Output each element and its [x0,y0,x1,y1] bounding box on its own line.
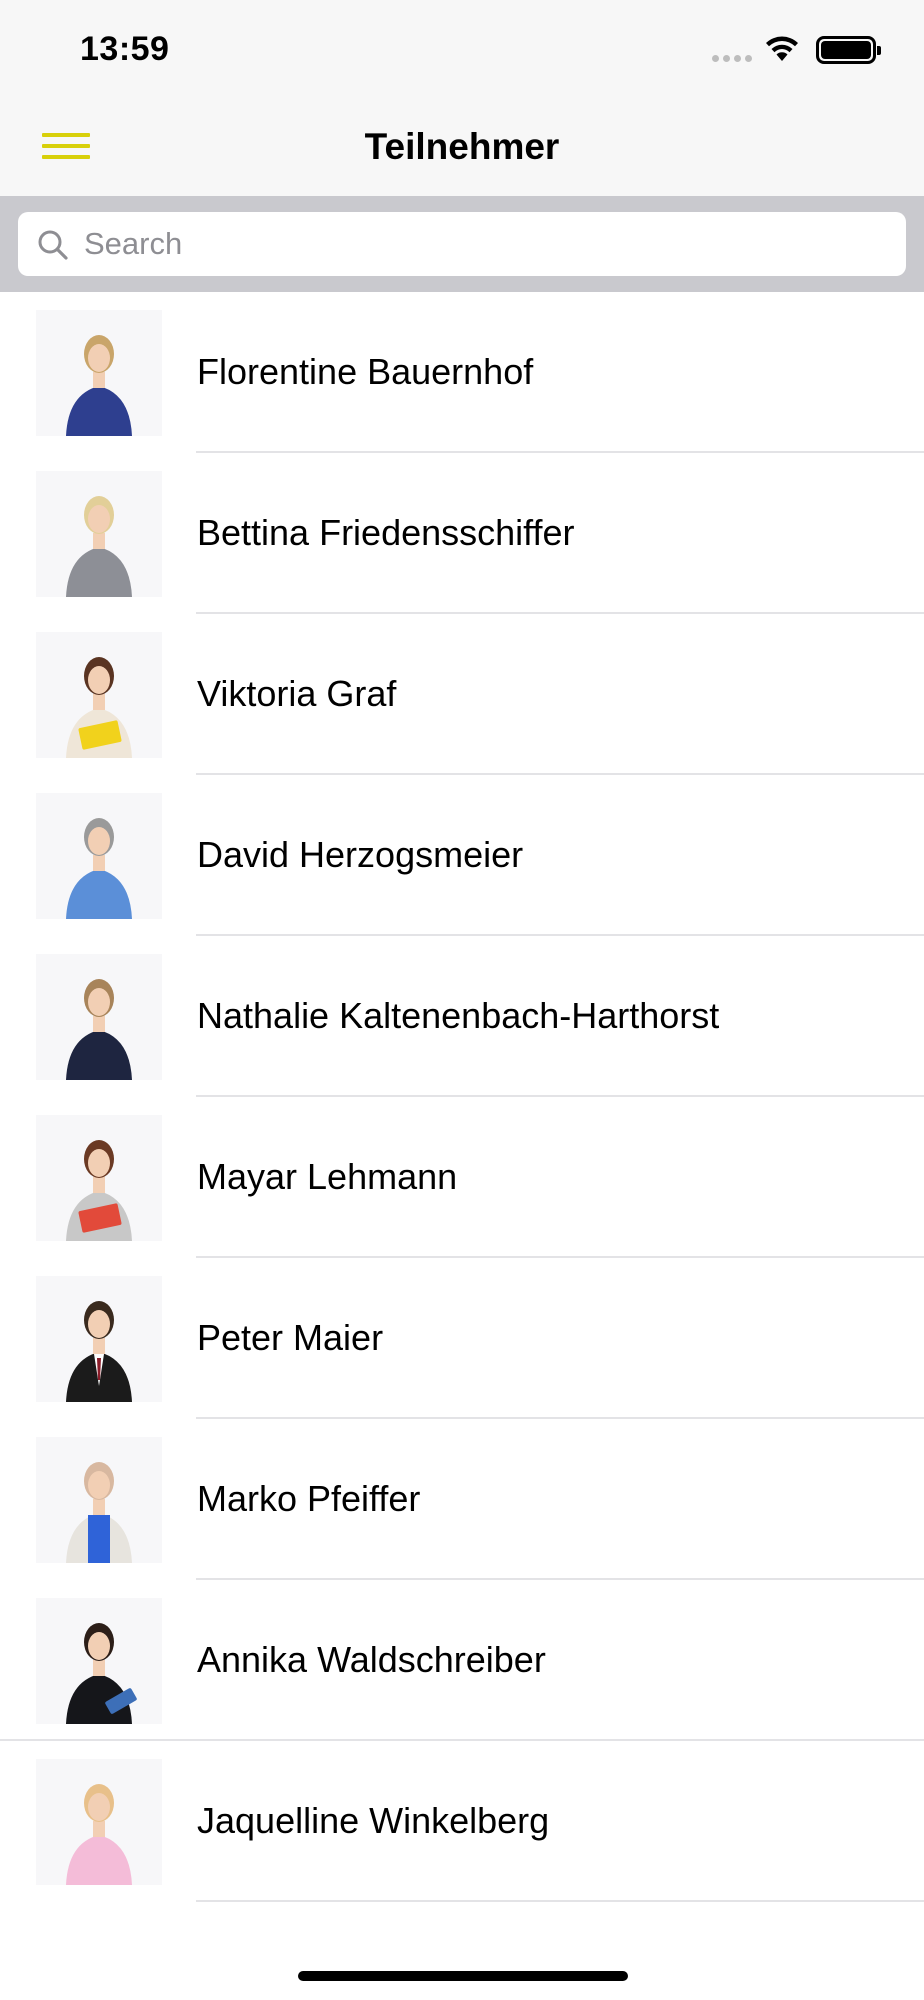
avatar [36,1598,162,1724]
list-item[interactable]: Annika Waldschreiber [0,1580,924,1741]
search-bar [0,196,924,292]
status-time: 13:59 [80,30,170,68]
list-item[interactable]: David Herzogsmeier [0,775,924,936]
list-item[interactable]: Nathalie Kaltenenbach-Harthorst [0,936,924,1097]
list-item[interactable]: Peter Maier [0,1258,924,1419]
cellular-signal-icon [712,55,752,62]
home-indicator [298,1971,628,1981]
navigation-bar: Teilnehmer [0,100,924,196]
list-item[interactable]: Bettina Friedensschiffer [0,453,924,614]
status-bar: 13:59 [0,0,924,100]
list-item[interactable]: Florentine Bauernhof [0,292,924,453]
participant-name: Marko Pfeiffer [197,1478,421,1519]
search-field[interactable] [18,212,906,276]
wifi-icon [764,34,800,67]
avatar [36,471,162,597]
list-item[interactable]: Marko Pfeiffer [0,1419,924,1580]
participant-name: Peter Maier [197,1317,384,1358]
participant-name: Florentine Bauernhof [197,351,534,392]
participant-name: Jaquelline Winkelberg [197,1800,550,1841]
search-icon [38,230,68,260]
search-input[interactable] [84,220,884,268]
avatar [36,1115,162,1241]
avatar [36,793,162,919]
avatar [36,310,162,436]
battery-icon [816,36,881,64]
list-item[interactable]: Jaquelline Winkelberg [0,1741,924,1902]
participant-name: David Herzogsmeier [197,834,524,875]
participant-name: Bettina Friedensschiffer [197,512,575,553]
participant-name: Viktoria Graf [197,673,397,714]
list-item[interactable]: Mayar Lehmann [0,1097,924,1258]
avatar [36,1759,162,1885]
participant-name: Mayar Lehmann [197,1156,458,1197]
row-separator [196,1900,924,1902]
page-title: Teilnehmer [364,126,560,167]
participant-name: Annika Waldschreiber [197,1639,546,1680]
avatar [36,1437,162,1563]
avatar [36,954,162,1080]
participant-list: Florentine Bauernhof Bettina Friedenssch… [0,292,924,1902]
avatar [36,1276,162,1402]
avatar [36,632,162,758]
participant-name: Nathalie Kaltenenbach-Harthorst [197,995,720,1036]
list-item[interactable]: Viktoria Graf [0,614,924,775]
